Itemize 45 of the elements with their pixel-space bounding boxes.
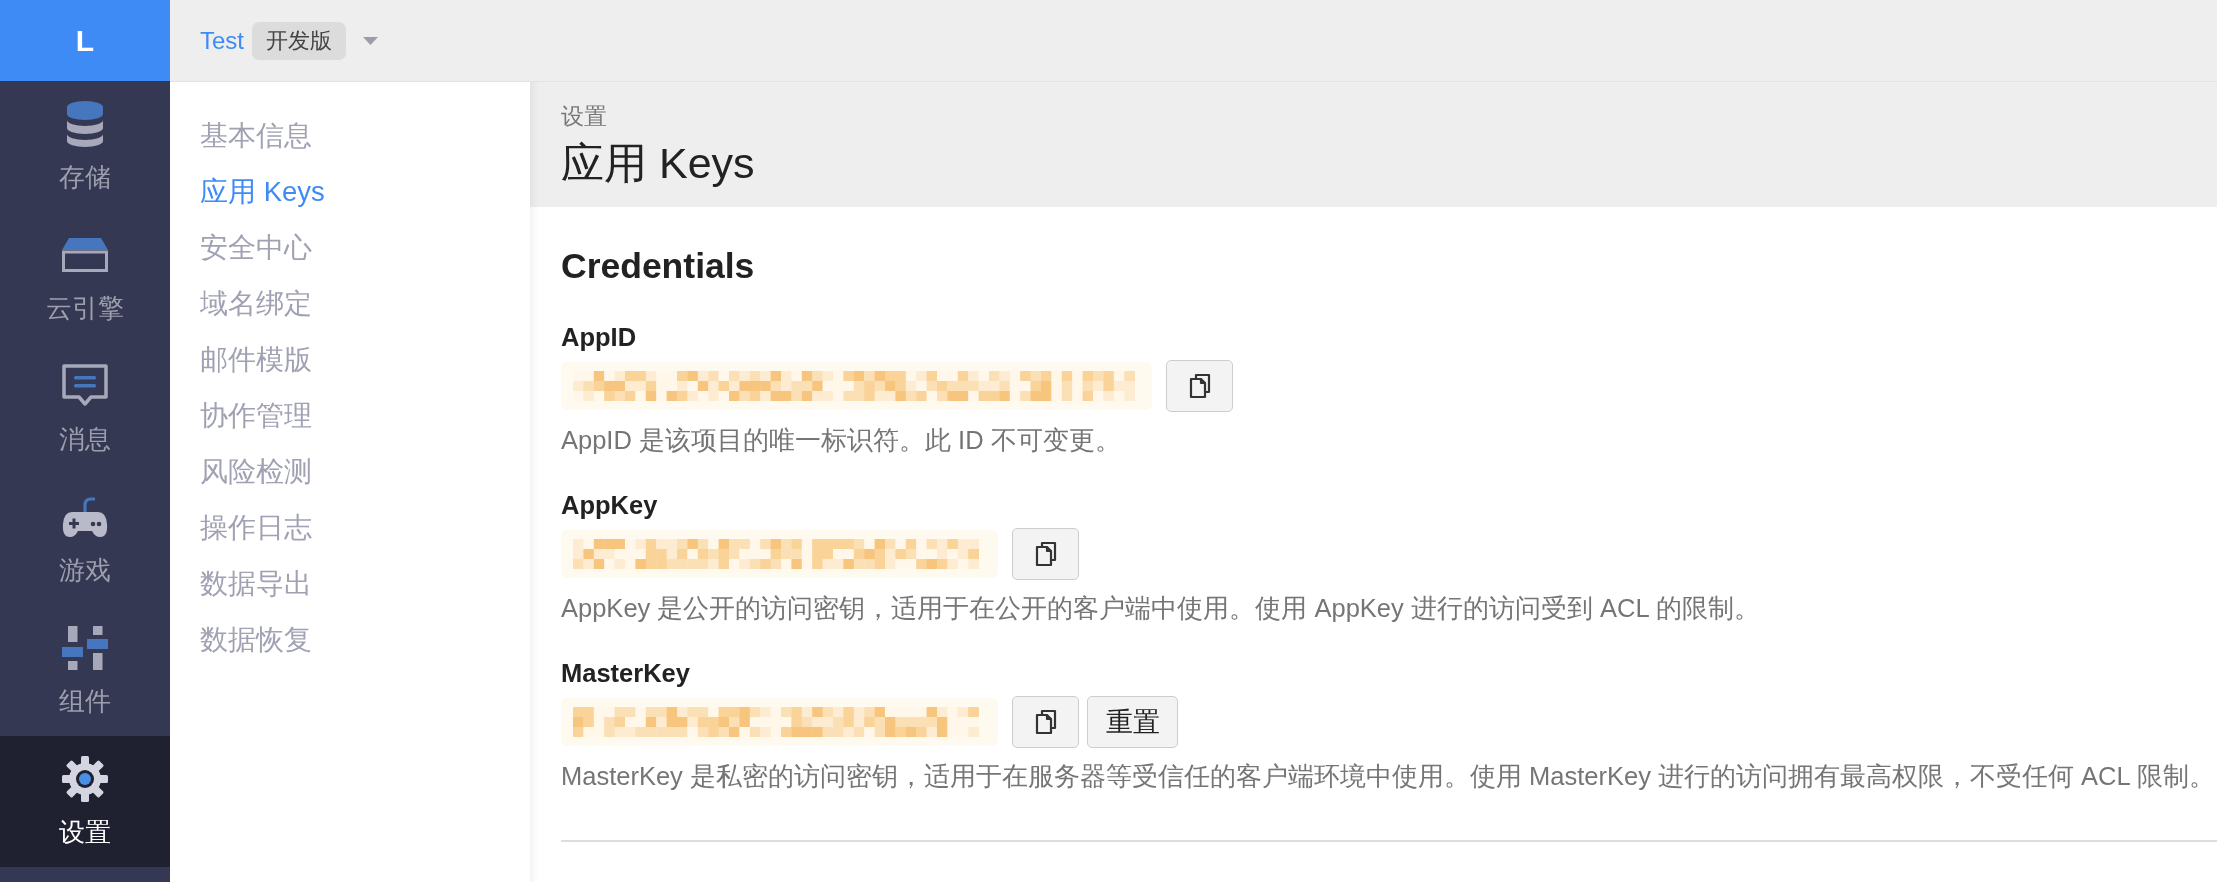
nav-item[interactable]: 云引擎 xyxy=(0,212,170,343)
menu-item[interactable]: 数据恢复 xyxy=(200,623,312,657)
copy-icon xyxy=(1034,709,1057,735)
field-label: MasterKey xyxy=(561,658,690,688)
copy-button[interactable] xyxy=(1166,360,1233,412)
copy-button[interactable] xyxy=(1012,528,1079,580)
field-label: AppKey xyxy=(561,490,658,520)
sliders-icon xyxy=(62,626,108,670)
app-name-link[interactable]: Test xyxy=(200,26,244,55)
breadcrumb: 设置 xyxy=(561,102,607,130)
copy-icon xyxy=(1034,541,1057,567)
nav-item[interactable]: 存储 xyxy=(0,81,170,212)
menu-item[interactable]: 风险检测 xyxy=(200,455,312,489)
page-title: 应用 Keys xyxy=(561,138,755,188)
nav-item[interactable]: 游戏 xyxy=(0,474,170,605)
caret-icon[interactable] xyxy=(363,36,378,45)
copy-icon xyxy=(1188,373,1211,399)
nav-item[interactable]: 组件 xyxy=(0,605,170,736)
database-icon xyxy=(67,101,103,147)
nav-item[interactable]: 消息 xyxy=(0,343,170,474)
tray-icon xyxy=(62,238,108,272)
field-description: AppID 是该项目的唯一标识符。此 ID 不可变更。 xyxy=(561,425,1121,455)
field-label: AppID xyxy=(561,322,637,352)
app-logo[interactable]: L xyxy=(0,0,170,81)
message-icon xyxy=(62,364,108,408)
copy-button[interactable] xyxy=(1012,696,1079,748)
menu-item[interactable]: 安全中心 xyxy=(200,231,312,265)
section-heading: Credentials xyxy=(561,245,755,287)
nav-item[interactable]: 设置 xyxy=(0,736,170,867)
environment-badge: 开发版 xyxy=(252,21,346,60)
gear-icon xyxy=(62,756,108,802)
field-description: MasterKey 是私密的访问密钥，适用于在服务器等受信任的客户端环境中使用。使用 MasterKey 进行的访问拥有最高权限，不受任何 ACL 限制。 xyxy=(561,761,2215,791)
menu-item[interactable]: 基本信息 xyxy=(200,119,312,153)
menu-item[interactable]: 邮件模版 xyxy=(200,343,312,377)
gamepad-icon xyxy=(62,496,108,538)
reset-button[interactable]: 重置 xyxy=(1087,696,1178,748)
field-description: AppKey 是公开的访问密钥，适用于在公开的客户端中使用。使用 AppKey 进行的访问受到 ACL 的限制。 xyxy=(561,593,1760,623)
key-field[interactable] xyxy=(561,698,998,746)
key-field[interactable] xyxy=(561,362,1152,410)
menu-item[interactable]: 操作日志 xyxy=(200,511,312,545)
menu-item[interactable]: 应用 Keys xyxy=(200,175,325,209)
menu-item[interactable]: 协作管理 xyxy=(200,399,312,433)
menu-item[interactable]: 域名绑定 xyxy=(200,287,312,321)
key-field[interactable] xyxy=(561,530,998,578)
menu-item[interactable]: 数据导出 xyxy=(200,567,312,601)
